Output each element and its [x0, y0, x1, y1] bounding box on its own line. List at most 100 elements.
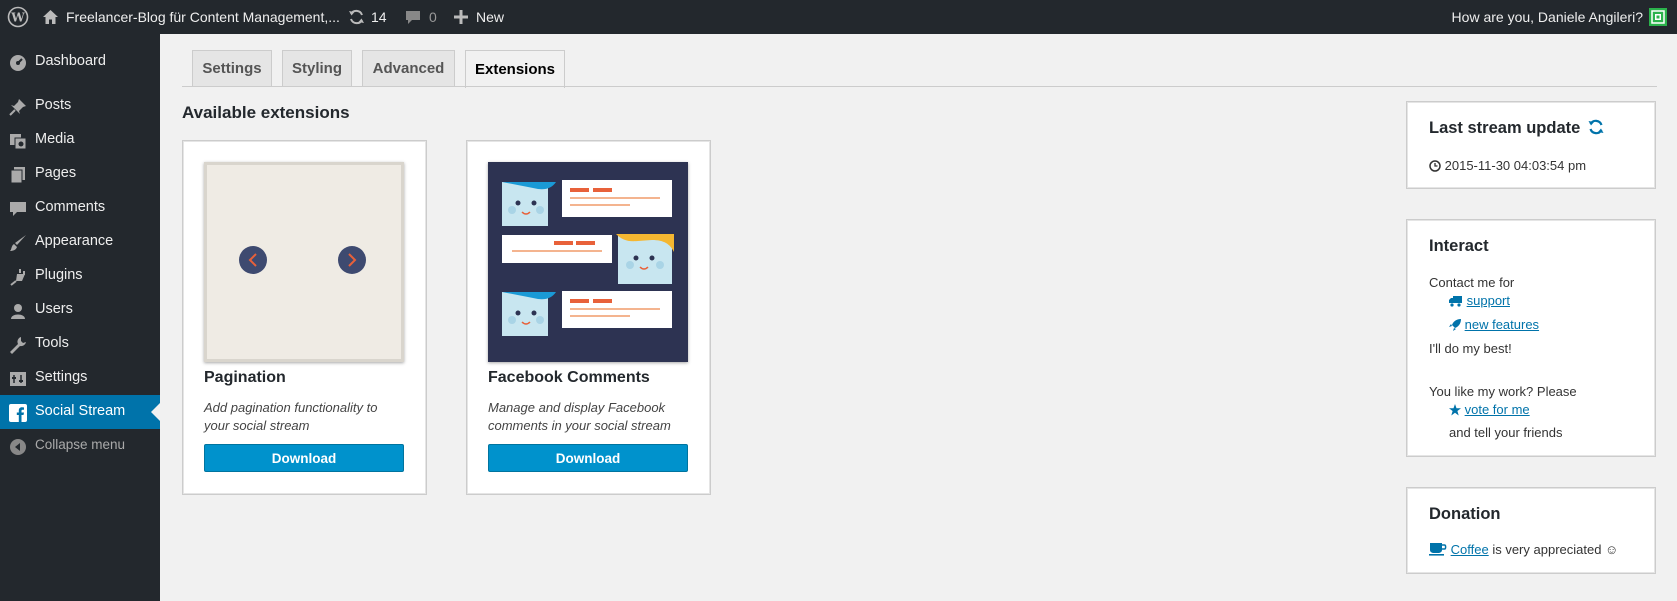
extension-card-facebook-comments: Facebook Comments Manage and display Fac…: [466, 140, 711, 495]
sidebar-item-label: Settings: [35, 369, 88, 385]
coffee-link[interactable]: Coffee: [1451, 542, 1489, 557]
updates-count: 14: [371, 9, 387, 25]
extension-description: Manage and display Facebook comments in …: [488, 400, 671, 433]
sidebar-item-pages[interactable]: Pages: [0, 157, 160, 191]
my-account-link[interactable]: How are you, Daniele Angileri?: [1452, 0, 1667, 34]
rocket-icon: [1449, 319, 1461, 334]
wrench-icon: [9, 336, 27, 354]
tell-text: and tell your friends: [1449, 425, 1563, 440]
site-name-link[interactable]: Freelancer-Blog für Content Management,.…: [42, 0, 340, 34]
features-link[interactable]: new features: [1449, 317, 1539, 334]
sidebar-item-label: Tools: [35, 335, 69, 351]
pages-icon: [9, 166, 27, 184]
extension-title: Pagination: [204, 369, 286, 386]
timestamp-text: 2015-11-30 04:03:54 pm: [1444, 158, 1587, 173]
last-update-title: Last stream update: [1429, 119, 1581, 137]
new-label: New: [476, 9, 505, 25]
truck-icon: [1449, 295, 1463, 310]
sidebar-item-plugins[interactable]: Plugins: [0, 259, 160, 293]
updates-link[interactable]: 14: [348, 0, 387, 34]
best-text: I'll do my best!: [1429, 341, 1512, 356]
interact-title: Interact: [1429, 237, 1489, 255]
collapse-arrow-icon: [9, 438, 27, 456]
comment-bubble-icon: [405, 9, 421, 25]
contact-text: Contact me for: [1429, 275, 1515, 290]
tab-label: Settings: [202, 60, 262, 77]
download-button[interactable]: Download: [204, 444, 404, 472]
sidebar-item-label: Pages: [35, 165, 77, 181]
donation-widget: Donation Coffee is very appreciated ☺: [1406, 487, 1656, 574]
tab-extensions[interactable]: Extensions: [465, 50, 565, 88]
support-link-text[interactable]: support: [1467, 293, 1510, 308]
new-content-link[interactable]: New: [454, 0, 504, 34]
download-button[interactable]: Download: [488, 444, 688, 472]
sidebar-item-dashboard[interactable]: Dashboard: [0, 45, 160, 79]
support-link[interactable]: support: [1449, 293, 1510, 310]
pagination-preview-image: [204, 162, 404, 362]
sidebar-item-label: Appearance: [35, 233, 114, 249]
vote-link-text[interactable]: vote for me: [1465, 402, 1530, 417]
sidebar-item-settings[interactable]: Settings: [0, 361, 160, 395]
dashboard-icon: [9, 54, 27, 72]
sidebar-item-label: Social Stream: [35, 403, 126, 419]
extension-card-pagination: Pagination Add pagination functionality …: [182, 140, 427, 495]
wordpress-logo-icon[interactable]: W: [7, 0, 29, 34]
tab-settings[interactable]: Settings: [192, 50, 272, 86]
features-link-text[interactable]: new features: [1465, 317, 1539, 332]
widget-title: Last stream update: [1429, 119, 1604, 140]
sidebar-item-label: Posts: [35, 97, 72, 113]
site-name: Freelancer-Blog für Content Management,.…: [66, 9, 340, 25]
refresh-icon[interactable]: [1588, 119, 1604, 140]
sidebar-item-label: Comments: [35, 199, 106, 215]
sidebar-item-tools[interactable]: Tools: [0, 327, 160, 361]
sidebar-item-media[interactable]: Media: [0, 123, 160, 157]
admin-bar: W Freelancer-Blog für Content Management…: [0, 0, 1677, 34]
greeting-text: How are you, Daniele Angileri?: [1451, 9, 1643, 25]
last-update-widget: Last stream update 2015-11-30 04:03:54 p…: [1406, 101, 1656, 189]
sidebar-item-comments[interactable]: Comments: [0, 191, 160, 225]
admin-sidebar: Dashboard Posts Media Pages Comments App…: [0, 34, 160, 601]
pin-icon: [9, 98, 27, 116]
clock-icon: [1429, 160, 1441, 175]
tab-advanced[interactable]: Advanced: [362, 50, 455, 86]
interact-widget: Interact Contact me for support new feat…: [1406, 219, 1656, 457]
appreciated-text: is very appreciated ☺: [1492, 542, 1619, 557]
settings-icon: [9, 370, 27, 388]
sidebar-item-label: Users: [35, 301, 73, 317]
page-title: Available extensions: [182, 103, 350, 122]
comment-icon: [9, 200, 27, 218]
coffee-icon: [1429, 542, 1447, 559]
tab-styling[interactable]: Styling: [282, 50, 352, 86]
svg-text:W: W: [10, 11, 25, 25]
collapse-menu-label: Collapse menu: [35, 437, 126, 452]
sidebar-item-appearance[interactable]: Appearance: [0, 225, 160, 259]
extension-title: Facebook Comments: [488, 369, 650, 386]
plus-icon: [454, 10, 468, 24]
comments-count: 0: [429, 9, 437, 25]
sidebar-item-users[interactable]: Users: [0, 293, 160, 327]
facebook-comments-preview-image: [488, 162, 688, 362]
star-icon: [1449, 404, 1461, 419]
collapse-menu-button[interactable]: Collapse menu: [0, 429, 160, 463]
comments-link[interactable]: 0: [405, 0, 437, 34]
donation-line: Coffee is very appreciated ☺: [1429, 542, 1618, 559]
vote-link[interactable]: vote for me: [1449, 402, 1530, 419]
media-icon: [9, 132, 27, 150]
last-update-timestamp: 2015-11-30 04:03:54 pm: [1429, 158, 1586, 175]
sidebar-item-posts[interactable]: Posts: [0, 89, 160, 123]
sidebar-item-label: Plugins: [35, 267, 83, 283]
sidebar-item-label: Media: [35, 131, 75, 147]
extension-description: Add pagination functionality to your soc…: [204, 400, 378, 433]
donation-title: Donation: [1429, 505, 1501, 523]
sidebar-item-social-stream[interactable]: Social Stream: [0, 395, 160, 429]
tab-label: Extensions: [474, 61, 556, 78]
user-icon: [9, 302, 27, 320]
tab-divider: [182, 86, 1657, 87]
tab-label: Advanced: [372, 60, 445, 77]
refresh-icon: [348, 9, 365, 25]
facebook-icon: [9, 404, 27, 422]
home-icon: [42, 9, 59, 25]
brush-icon: [9, 234, 27, 252]
like-text: You like my work? Please: [1429, 384, 1577, 399]
avatar: [1649, 8, 1667, 26]
